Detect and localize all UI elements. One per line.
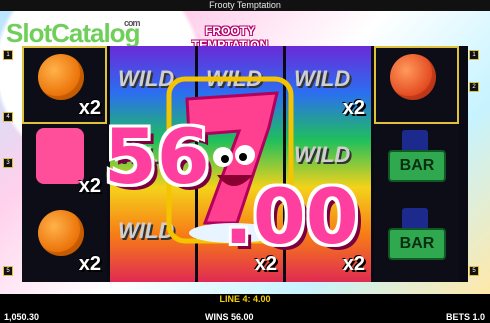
payline-number-right-5[interactable]: 5 <box>469 266 479 276</box>
window-title: Frooty Temptation <box>0 0 490 11</box>
payline-number-left-2[interactable]: 4 <box>3 112 13 122</box>
reel-1-cell-2: x2 <box>22 124 107 202</box>
top-hat-icon <box>402 130 428 150</box>
top-hat-icon <box>402 208 428 228</box>
multiplier-label: x2 <box>342 97 365 119</box>
big-win-amount-digits: 56 <box>104 112 210 201</box>
logo-line1: FROOTY <box>205 24 255 38</box>
wild-symbol: WILD <box>294 142 351 167</box>
reel-1-cell-3: x2 <box>22 202 107 280</box>
bar-symbol: BAR <box>388 228 446 260</box>
multiplier-label: x2 <box>78 253 101 275</box>
watermark: SlotCatalog com <box>6 18 140 49</box>
multiplier-label: x2 <box>78 175 101 197</box>
payline-number-left-3[interactable]: 3 <box>3 158 13 168</box>
line-win-text: LINE 4: 4.00 <box>219 294 271 304</box>
big-win-amount-decimals: .00 <box>224 172 359 261</box>
payline-number-left-1[interactable]: 1 <box>3 50 13 60</box>
orange-symbol-icon <box>38 210 84 256</box>
seven-symbol-icon <box>36 128 84 184</box>
bets-value: BETS 1.0 <box>446 312 486 322</box>
winning-symbol-frame <box>374 46 459 124</box>
balance-value: 1,050.30 <box>4 312 40 322</box>
watermark-text: SlotCatalog <box>6 18 140 48</box>
payline-number-right-2[interactable]: 2 <box>469 82 479 92</box>
wins-value: WINS 56.00 <box>205 312 254 322</box>
payline-number-left-5[interactable]: 5 <box>3 266 13 276</box>
reel-4-cell-1: x2 <box>286 46 371 124</box>
bar-symbol: BAR <box>388 150 446 182</box>
winning-symbol-frame <box>22 46 107 124</box>
reel-5-cell-2: BAR <box>374 124 459 202</box>
reel-5-cell-3: BAR <box>374 202 459 280</box>
payline-number-right-1[interactable]: 1 <box>469 50 479 60</box>
watermark-suffix: com <box>124 18 140 28</box>
